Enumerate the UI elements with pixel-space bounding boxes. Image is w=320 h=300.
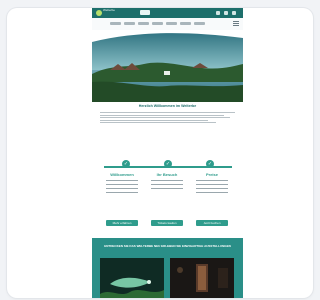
search-icon[interactable] [140, 10, 150, 15]
website-screenshot: Welterbe Herzlich Willkommen im Welterbe… [92, 8, 243, 298]
logo-text: Welterbe [103, 8, 115, 12]
main-navigation [92, 18, 243, 30]
column-title: Ihr Besuch [156, 172, 178, 177]
column-3: Preise Jetzt buchen [190, 172, 234, 230]
nav-item-7[interactable] [194, 22, 205, 25]
banner-title: ENTDECKEN SIE DAS WELTERBE NEU ERLEBEN S… [104, 244, 231, 248]
column-cta-button[interactable]: Jetzt buchen [196, 220, 228, 226]
user-icon[interactable] [216, 11, 220, 15]
hero-image [92, 30, 243, 102]
logo-icon [96, 10, 102, 16]
nav-item-6[interactable] [180, 22, 191, 25]
column-1: Willkommen Mehr erfahren [100, 172, 144, 230]
feature-banner: ENTDECKEN SIE DAS WELTERBE NEU ERLEBEN S… [92, 238, 243, 298]
exhibit-image-1[interactable] [100, 258, 164, 298]
page-title: Herzlich Willkommen im Welterbe [138, 104, 197, 108]
exhibit-image-2[interactable] [170, 258, 234, 298]
column-title: Preise [205, 172, 218, 177]
step-2-icon: ✓ [164, 160, 172, 168]
column-2: Ihr Besuch Tickets kaufen [145, 172, 189, 230]
column-cta-button[interactable]: Tickets kaufen [151, 220, 183, 226]
step-3-icon: ✓ [206, 160, 214, 168]
preview-card: Welterbe Herzlich Willkommen im Welterbe… [7, 8, 313, 298]
nav-item-2[interactable] [124, 22, 135, 25]
intro-text [100, 112, 235, 125]
step-1-icon: ✓ [122, 160, 130, 168]
nav-item-1[interactable] [110, 22, 121, 25]
nav-item-5[interactable] [166, 22, 177, 25]
nav-item-4[interactable] [152, 22, 163, 25]
column-cta-button[interactable]: Mehr erfahren [106, 220, 138, 226]
nav-item-3[interactable] [138, 22, 149, 25]
column-title: Willkommen [110, 172, 134, 177]
menu-icon[interactable] [233, 21, 239, 27]
language-icon[interactable] [232, 11, 236, 15]
top-bar: Welterbe [92, 8, 243, 18]
cart-icon[interactable] [224, 11, 228, 15]
